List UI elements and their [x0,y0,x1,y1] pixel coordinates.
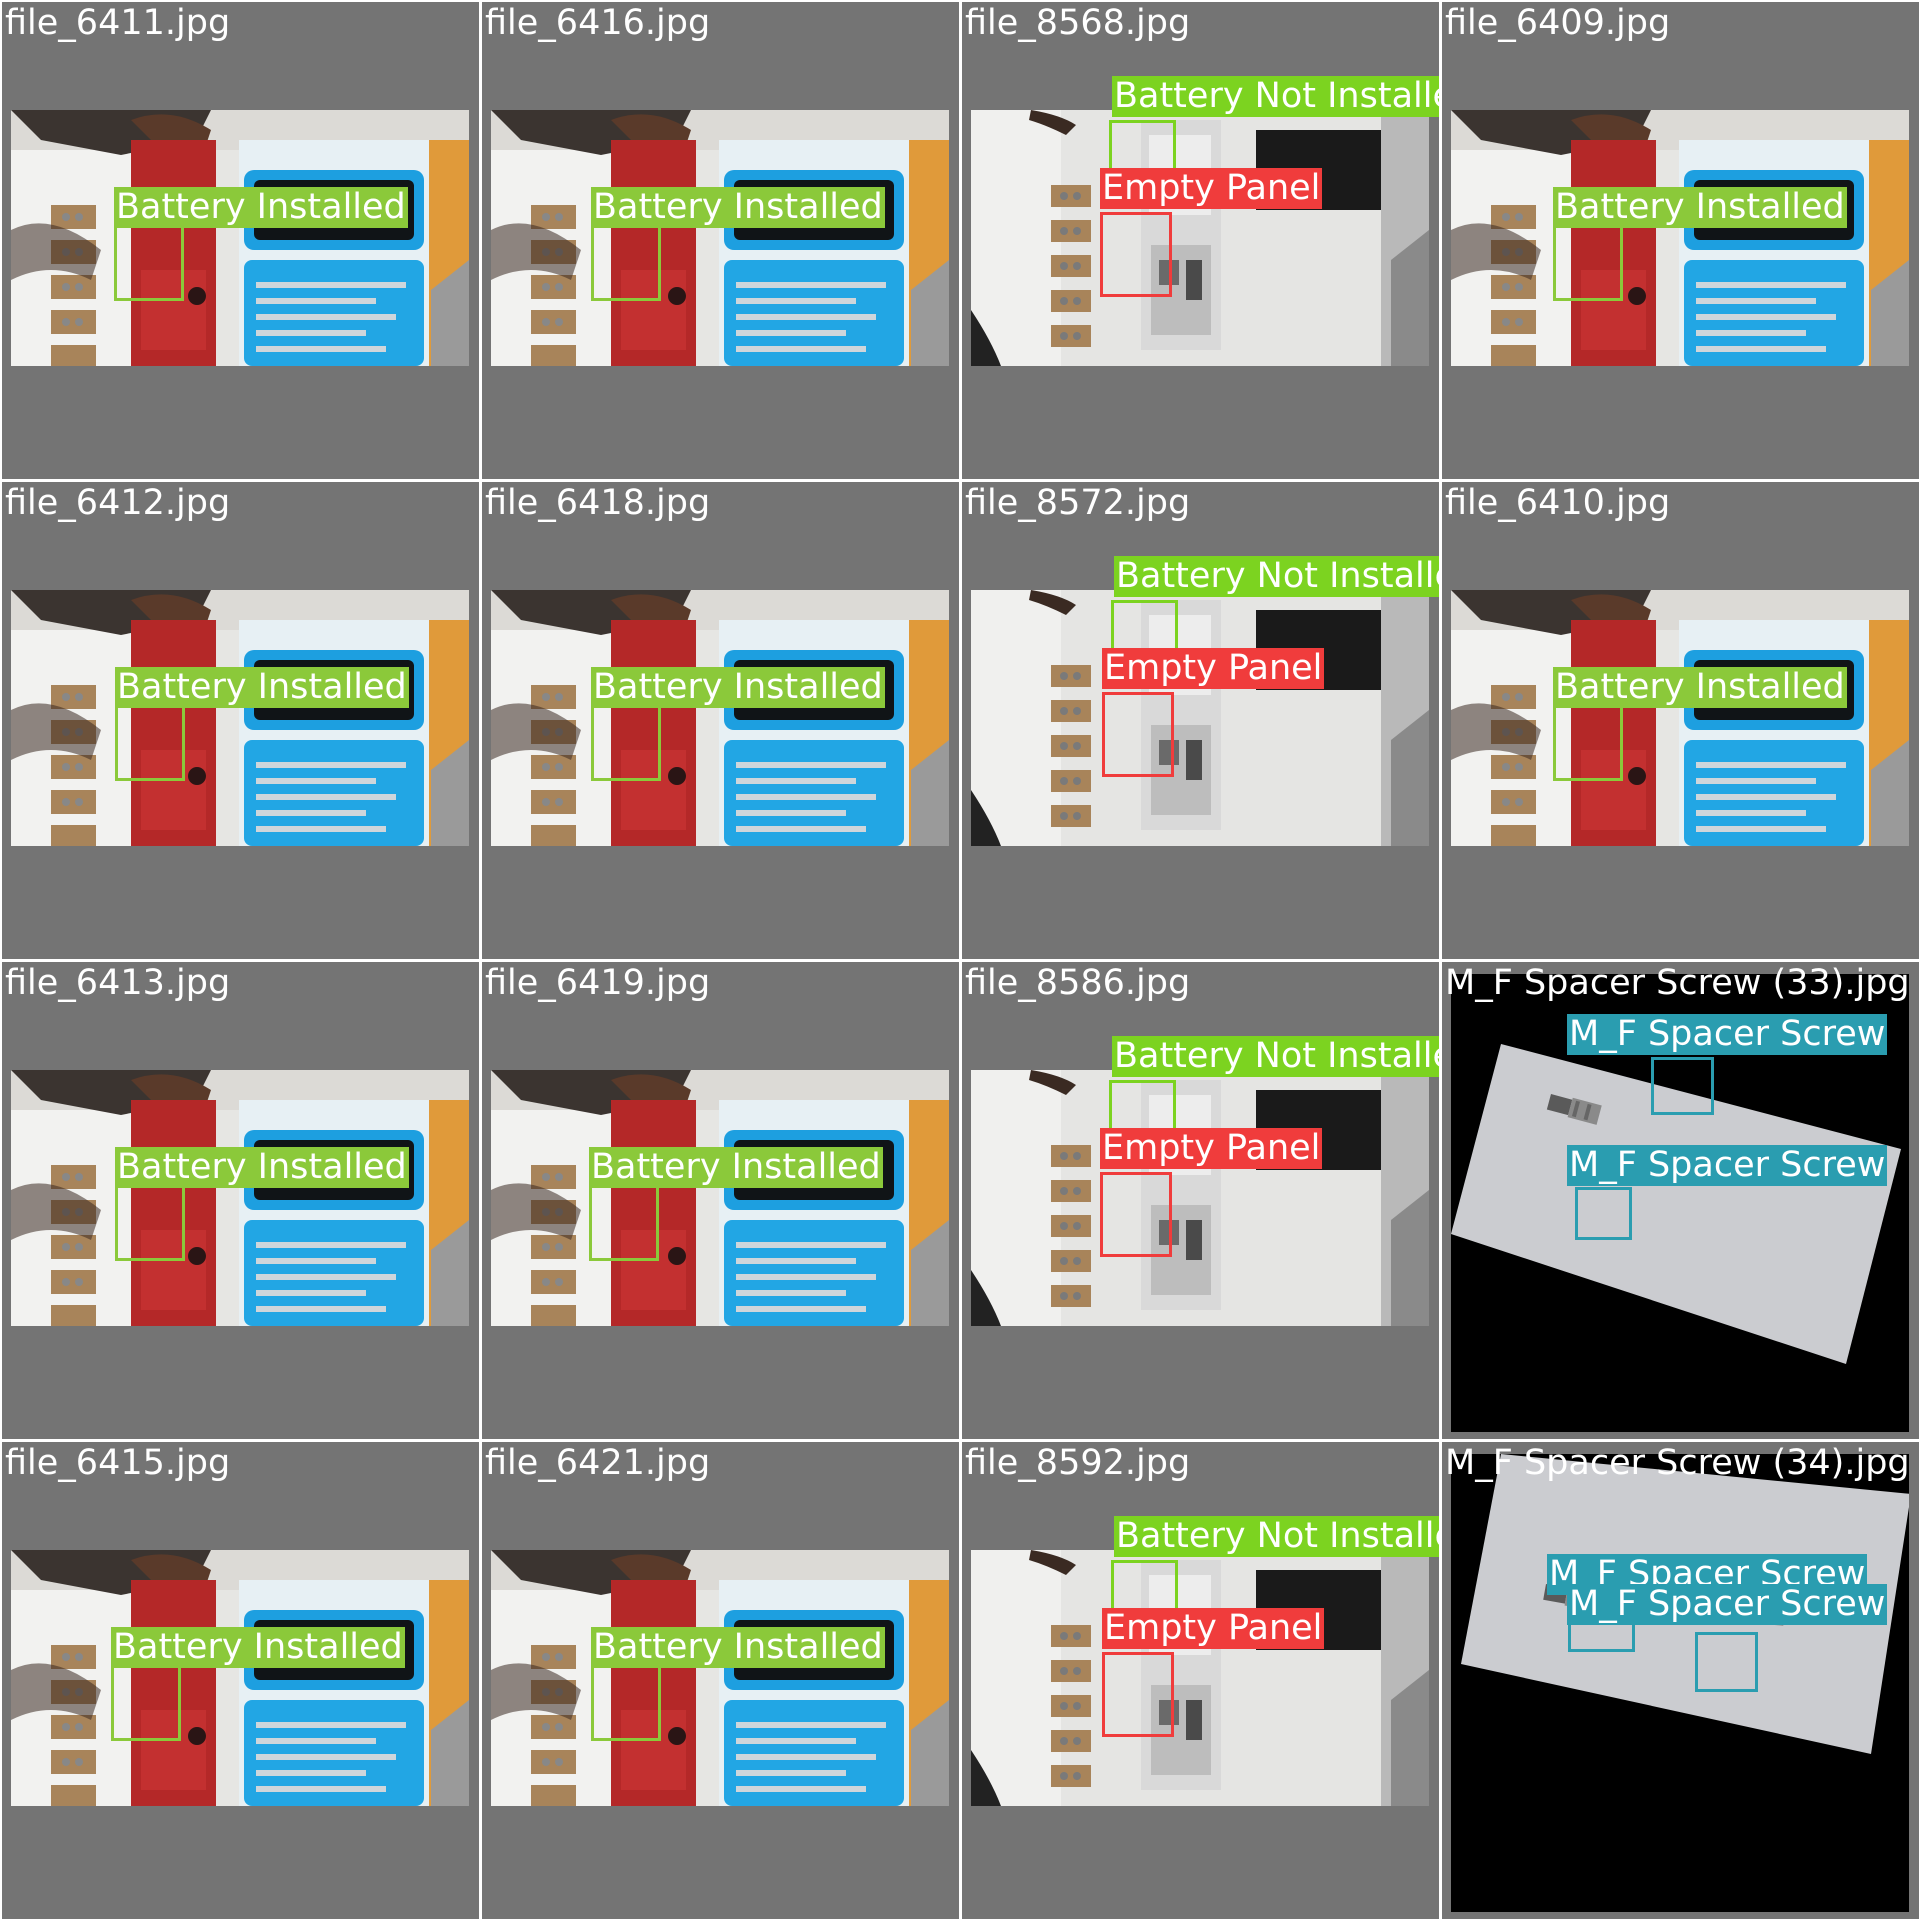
image-tile[interactable]: Battery Not InstalledEmpty Panelfile_858… [962,962,1439,1439]
filename-label: file_6411.jpg [5,3,231,43]
image-tile[interactable]: Battery Installed file_6409.jpg [1442,2,1919,479]
image-tile[interactable]: M_F Spacer Screw M_F Spacer Screw M_F Spac… [1442,1442,1919,1919]
filename-label: M_F Spacer Screw (34).jpg [1445,1443,1910,1483]
filename-label: file_8568.jpg [965,3,1191,43]
filename-label: M_F Spacer Screw (33).jpg [1445,963,1910,1003]
photo [1451,110,1909,366]
photo [1451,590,1909,846]
photo [971,1550,1429,1806]
photo [1451,1454,1909,1912]
photo [491,590,949,846]
filename-label: file_6415.jpg [5,1443,231,1483]
filename-label: file_6416.jpg [485,3,711,43]
filename-label: file_6418.jpg [485,483,711,523]
photo [971,1070,1429,1326]
photo [11,1550,469,1806]
image-tile[interactable]: Battery Installed file_6412.jpg [2,482,479,959]
photo [11,590,469,846]
photo [971,590,1429,846]
photo [491,1070,949,1326]
image-tile[interactable]: Battery Not InstalledEmpty Panelfile_857… [962,482,1439,959]
filename-label: file_6419.jpg [485,963,711,1003]
photo [491,110,949,366]
filename-label: file_6410.jpg [1445,483,1671,523]
filename-label: file_6413.jpg [5,963,231,1003]
image-tile[interactable]: Battery Installed file_6419.jpg [482,962,959,1439]
filename-label: file_6421.jpg [485,1443,711,1483]
image-tile[interactable]: Battery Installed file_6415.jpg [2,1442,479,1919]
image-tile[interactable]: Battery Installed file_6411.jpg [2,2,479,479]
photo [11,110,469,366]
image-tile[interactable]: Battery Not InstalledEmpty Panelfile_856… [962,2,1439,479]
image-tile[interactable]: Battery Not InstalledEmpty Panelfile_859… [962,1442,1439,1919]
filename-label: file_8586.jpg [965,963,1191,1003]
image-tile[interactable]: Battery Installed file_6410.jpg [1442,482,1919,959]
photo [1451,974,1909,1432]
photo [971,110,1429,366]
image-tile[interactable]: Battery Installed file_6421.jpg [482,1442,959,1919]
filename-label: file_8572.jpg [965,483,1191,523]
photo [491,1550,949,1806]
image-tile[interactable]: Battery Installed file_6418.jpg [482,482,959,959]
image-tile[interactable]: M_F Spacer Screw M_F Spacer Screw M_F Spac… [1442,962,1919,1439]
filename-label: file_6412.jpg [5,483,231,523]
image-tile[interactable]: Battery Installed file_6413.jpg [2,962,479,1439]
filename-label: file_6409.jpg [1445,3,1671,43]
image-tile[interactable]: Battery Installed file_6416.jpg [482,2,959,479]
photo [11,1070,469,1326]
filename-label: file_8592.jpg [965,1443,1191,1483]
